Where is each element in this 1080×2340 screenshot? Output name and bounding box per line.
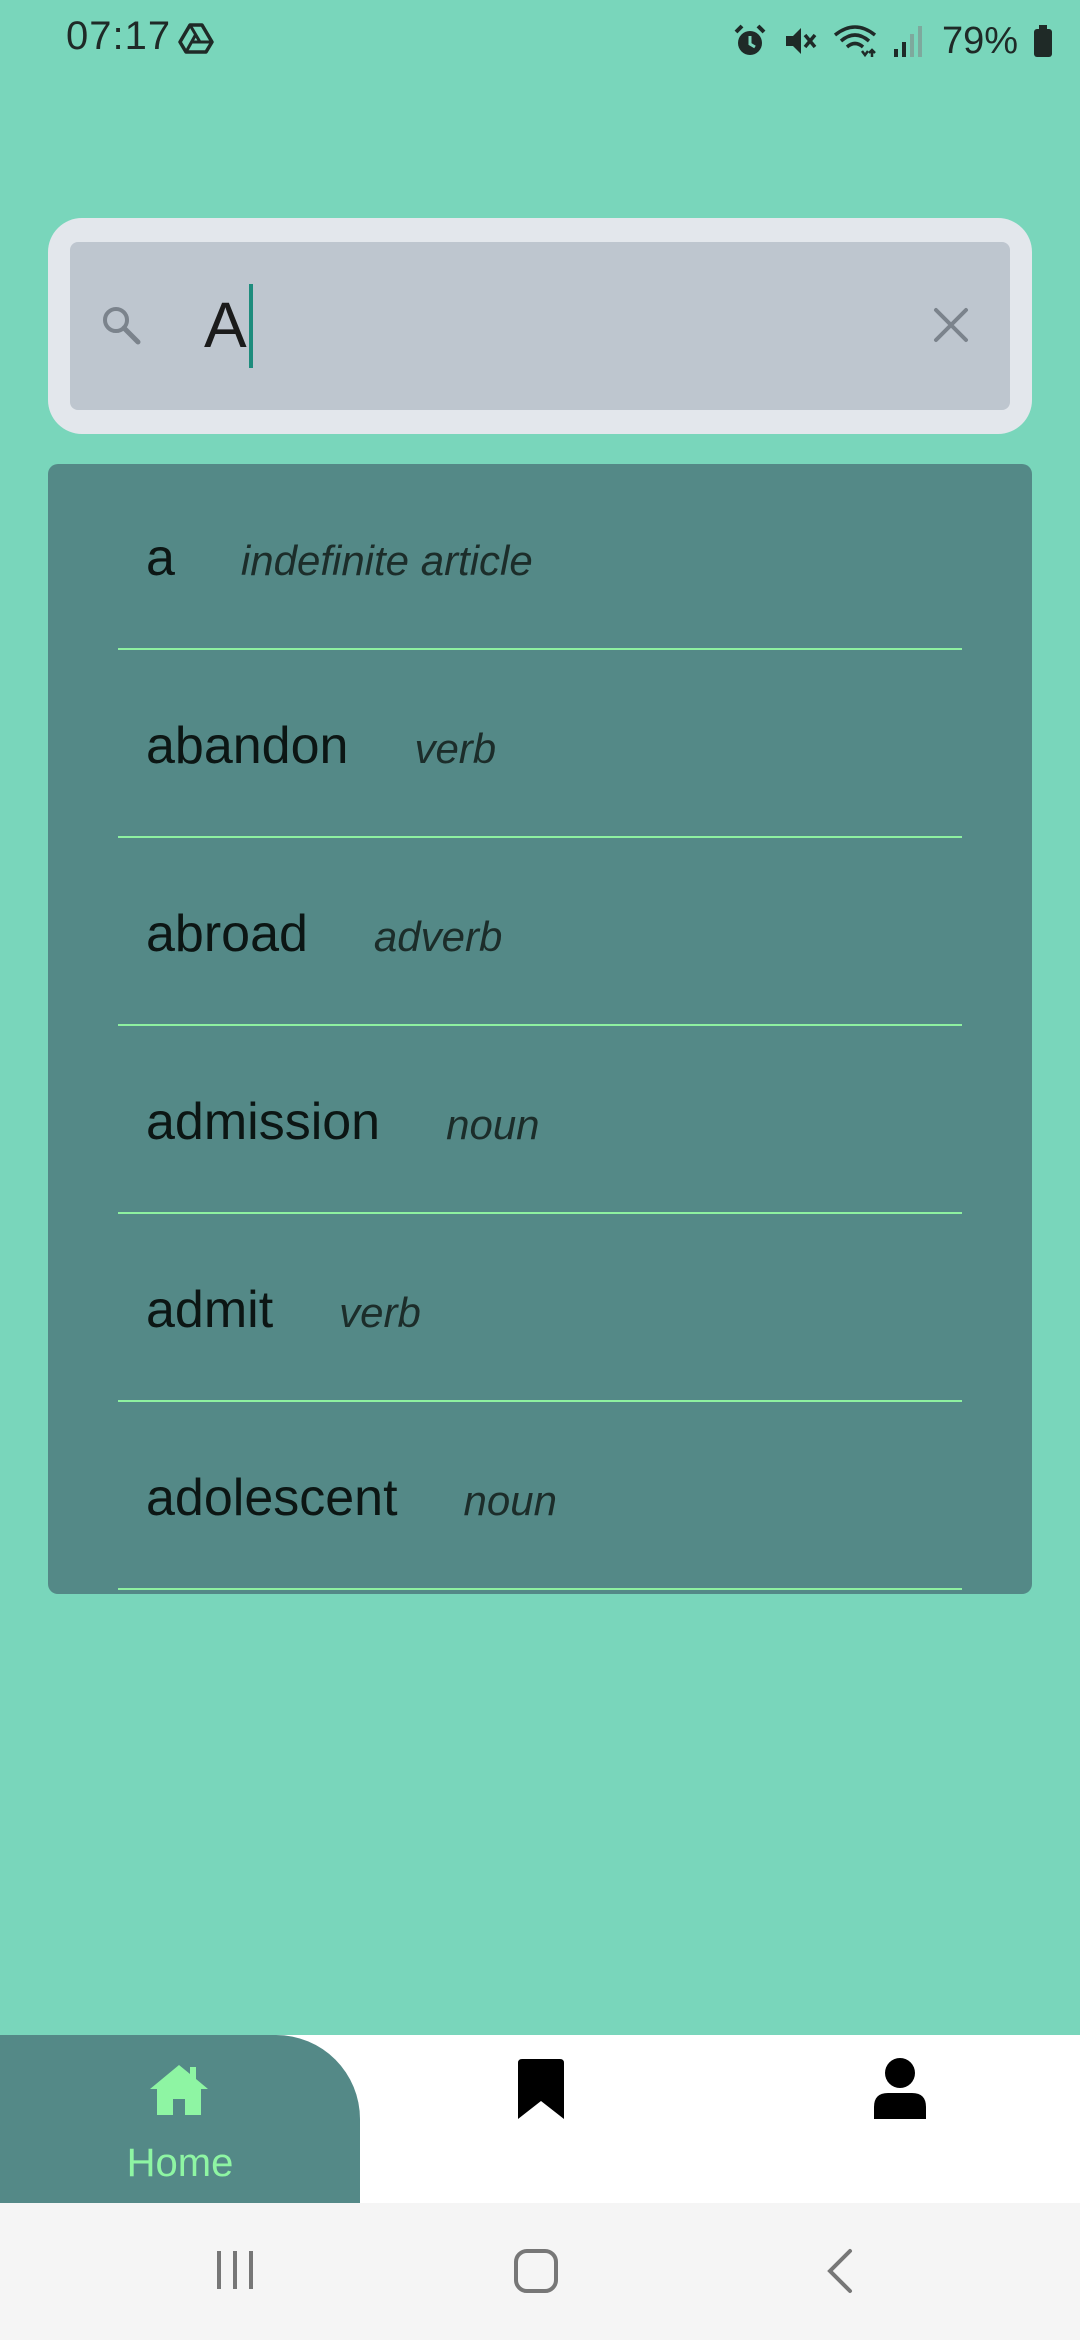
battery-percent: 79% [941,19,1018,62]
word-text: admission [146,1093,381,1151]
system-navigation-bar [0,2203,1080,2340]
home-button-icon[interactable] [512,2247,560,2295]
search-input[interactable]: A [70,242,1010,410]
bookmark-icon[interactable] [514,2059,568,2121]
signal-icon [893,26,922,57]
part-of-speech: verb [414,725,497,772]
word-label: a indefinite article [146,528,533,591]
alarm-icon [734,24,766,55]
battery-icon [1034,25,1052,57]
nav-home-label: Home [126,2141,234,2185]
status-bar: 07:17 79% [0,0,1080,84]
clear-icon[interactable] [930,304,972,346]
list-item[interactable]: abandon verb [118,652,962,838]
list-item[interactable]: admission noun [118,1028,962,1214]
part-of-speech: adverb [373,913,503,960]
status-time: 07:17 [66,14,172,58]
word-label: admit verb [146,1280,421,1343]
part-of-speech: noun [463,1477,557,1524]
drive-icon [178,23,214,54]
mute-icon [785,28,817,54]
word-text: admit [146,1281,274,1339]
word-text: abandon [146,717,349,775]
part-of-speech: verb [339,1289,421,1336]
word-text: adolescent [146,1469,398,1527]
nav-home-tab[interactable]: Home [0,2035,360,2203]
word-label: abroad adverb [146,904,502,967]
word-label: abandon verb [146,716,496,779]
results-list: a indefinite article abandon verb abroad ad… [48,464,1032,1594]
part-of-speech: noun [446,1101,540,1148]
wifi-icon [833,25,877,58]
list-item[interactable]: a indefinite article [118,464,962,650]
list-item[interactable]: abroad adverb [118,840,962,1026]
list-item[interactable]: admit verb [118,1216,962,1402]
word-text: abroad [146,905,308,963]
word-label: adolescent noun [146,1468,557,1531]
word-label: admission noun [146,1092,540,1155]
bottom-navigation: Home [0,2035,1080,2203]
search-text: A [204,289,247,361]
search-icon [103,307,141,345]
list-item[interactable]: adolescent noun [118,1404,962,1590]
search-value[interactable]: A [204,280,253,372]
back-icon[interactable] [822,2247,858,2295]
part-of-speech: indefinite article [240,537,533,584]
search-container: A [48,218,1032,434]
recents-icon[interactable] [214,2249,256,2291]
profile-icon[interactable] [872,2057,928,2121]
status-icons: 79% [732,16,1054,66]
home-icon [150,2065,208,2115]
text-caret [248,284,253,369]
word-text: a [146,529,175,587]
